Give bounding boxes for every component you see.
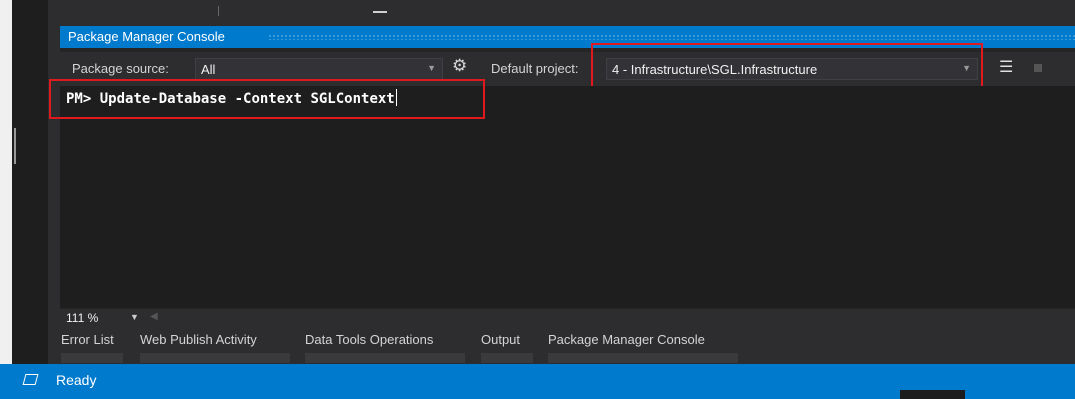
zoom-level[interactable]: 111 % bbox=[66, 311, 98, 325]
default-project-label: Default project: bbox=[491, 61, 579, 76]
tab-underline bbox=[548, 353, 738, 363]
top-toolbar-strip bbox=[48, 0, 1075, 24]
package-source-dropdown[interactable]: All ▼ bbox=[195, 58, 443, 80]
zoom-chevron-down-icon[interactable]: ▼ bbox=[130, 312, 139, 322]
chevron-down-icon: ▼ bbox=[427, 63, 436, 73]
console-output[interactable] bbox=[60, 86, 1075, 308]
status-text: Ready bbox=[56, 372, 97, 388]
clear-console-icon[interactable]: ☰ bbox=[999, 57, 1013, 77]
tab-package-manager-console[interactable]: Package Manager Console bbox=[548, 332, 705, 347]
tab-underline bbox=[481, 353, 533, 363]
tab-underline bbox=[61, 353, 123, 363]
settings-gear-icon[interactable]: ⚙ bbox=[452, 56, 467, 76]
tab-error-list[interactable]: Error List bbox=[61, 332, 114, 347]
left-gutter bbox=[12, 0, 48, 399]
titlebar-grip bbox=[268, 34, 1075, 40]
tab-output[interactable]: Output bbox=[481, 332, 520, 347]
left-edge bbox=[0, 0, 12, 399]
highlight-default-project bbox=[591, 43, 983, 89]
tab-underline bbox=[140, 353, 290, 363]
package-source-value: All bbox=[201, 62, 216, 77]
taskbar-fragment bbox=[900, 390, 965, 399]
scroll-left-icon[interactable]: ◀ bbox=[150, 311, 158, 322]
stop-icon[interactable] bbox=[1034, 64, 1042, 72]
panel-title: Package Manager Console bbox=[68, 29, 225, 44]
tab-web-publish-activity[interactable]: Web Publish Activity bbox=[140, 332, 257, 347]
tab-data-tools-operations[interactable]: Data Tools Operations bbox=[305, 332, 433, 347]
tab-underline bbox=[305, 353, 465, 363]
highlight-command bbox=[49, 79, 485, 119]
zoom-bar bbox=[60, 309, 1075, 326]
package-source-label: Package source: bbox=[72, 61, 169, 76]
